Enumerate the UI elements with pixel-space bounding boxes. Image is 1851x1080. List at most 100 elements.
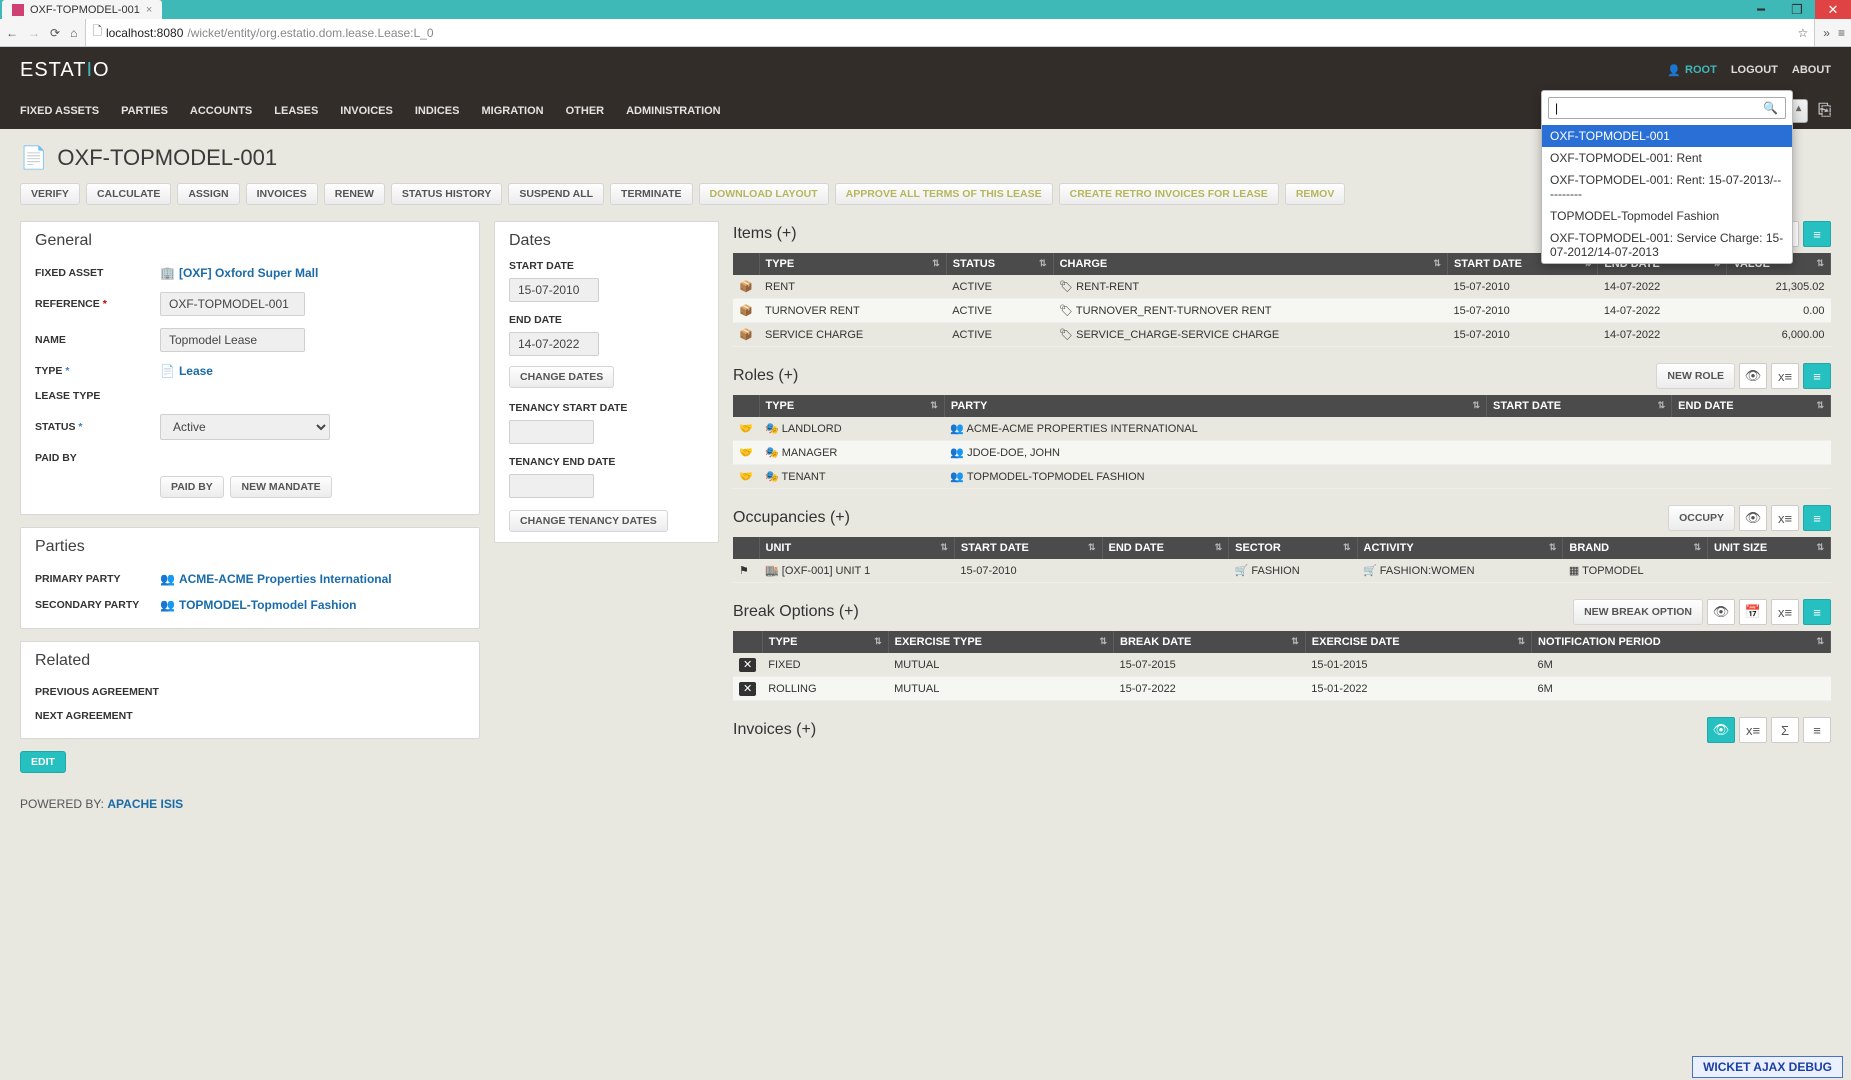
forward-icon[interactable]: → [28,26,40,40]
search-result-item[interactable]: OXF-TOPMODEL-001: Rent: 15-07-2013/-----… [1542,169,1792,205]
end-date-input[interactable] [509,332,599,356]
reference-input[interactable] [160,292,305,316]
url-input[interactable]: 🗋 localhost:8080/wicket/entity/org.estat… [85,18,1815,47]
occupy-button[interactable]: OCCUPY [1668,505,1735,531]
tenancy-end-input[interactable] [509,474,594,498]
excel-icon[interactable]: x≡ [1771,363,1799,389]
about-link[interactable]: ABOUT [1792,64,1831,77]
menu-other[interactable]: OTHER [566,105,605,117]
logo[interactable]: ESTATIO [20,59,110,82]
browser-tab[interactable]: OXF-TOPMODEL-001 × [2,0,162,19]
menu-indices[interactable]: INDICES [415,105,460,117]
new-break-option-button[interactable]: NEW BREAK OPTION [1573,599,1703,625]
menu-icon[interactable]: ≡ [1838,26,1845,40]
table-row[interactable]: 🤝🎭 LANDLORD👥 ACME-ACME PROPERTIES INTERN… [733,417,1831,441]
hide-icon[interactable]: 👁 [1707,599,1735,625]
col-header[interactable]: TYPE [762,631,888,653]
col-header[interactable]: NOTIFICATION PERIOD [1532,631,1831,653]
col-header[interactable]: UNIT SIZE [1708,537,1831,559]
maximize-icon[interactable]: ❐ [1779,0,1815,19]
action-download-layout[interactable]: DOWNLOAD LAYOUT [699,183,829,205]
close-icon[interactable]: ✕ [1815,0,1851,19]
action-status-history[interactable]: STATUS HISTORY [391,183,502,205]
table-row[interactable]: 📦RENTACTIVE🏷 RENT-RENT15-07-201014-07-20… [733,275,1831,299]
list-icon[interactable]: ≡ [1803,505,1831,531]
col-header[interactable]: END DATE [1672,395,1831,417]
logout-link[interactable]: LOGOUT [1731,64,1778,77]
col-header[interactable]: CHARGE [1053,253,1447,275]
edit-button[interactable]: EDIT [20,751,66,773]
menu-invoices[interactable]: INVOICES [340,105,393,117]
home-icon[interactable]: ⌂ [70,26,77,40]
paid-by-button[interactable]: PAID BY [160,476,224,498]
excel-icon[interactable]: x≡ [1771,505,1799,531]
invoices-title[interactable]: Invoices (+) [733,721,816,739]
items-title[interactable]: Items (+) [733,225,797,243]
search-result-item[interactable]: OXF-TOPMODEL-001: Service Charge: 15-07-… [1542,227,1792,263]
action-verify[interactable]: VERIFY [20,183,80,205]
col-header[interactable]: SECTOR [1229,537,1357,559]
list-icon[interactable]: ≡ [1803,599,1831,625]
col-header[interactable]: STATUS [946,253,1053,275]
col-header[interactable]: TYPE [759,253,946,275]
reload-icon[interactable]: ⟳ [50,26,60,40]
col-header[interactable]: EXERCISE TYPE [888,631,1113,653]
hide-icon[interactable]: 👁 [1707,717,1735,743]
col-header[interactable]: UNIT [759,537,954,559]
new-role-button[interactable]: NEW ROLE [1656,363,1735,389]
status-select[interactable]: Active [160,414,330,440]
col-header[interactable]: START DATE [1487,395,1672,417]
excel-icon[interactable]: x≡ [1739,717,1767,743]
calendar-icon[interactable]: 📅 [1739,599,1767,625]
action-assign[interactable]: ASSIGN [177,183,239,205]
copy-icon[interactable]: ⎘ [1818,102,1831,120]
back-icon[interactable]: ← [6,26,18,40]
table-row[interactable]: ✕FIXEDMUTUAL15-07-201515-01-20156M [733,653,1831,677]
tab-close-icon[interactable]: × [146,4,152,16]
action-calculate[interactable]: CALCULATE [86,183,171,205]
new-mandate-button[interactable]: NEW MANDATE [230,476,331,498]
excel-icon[interactable]: x≡ [1771,599,1799,625]
list-icon[interactable]: ≡ [1803,221,1831,247]
action-renew[interactable]: RENEW [324,183,385,205]
table-row[interactable]: 🤝🎭 TENANT👥 TOPMODEL-TOPMODEL FASHION [733,465,1831,489]
col-header[interactable]: EXERCISE DATE [1305,631,1531,653]
fixed-asset-link[interactable]: [OXF] Oxford Super Mall [179,266,318,280]
occupancies-title[interactable]: Occupancies (+) [733,509,850,527]
col-header[interactable]: ACTIVITY [1357,537,1563,559]
primary-party-link[interactable]: ACME-ACME Properties International [179,572,392,586]
table-row[interactable]: 📦SERVICE CHARGEACTIVE🏷 SERVICE_CHARGE-SE… [733,323,1831,347]
col-header[interactable]: BRAND [1563,537,1708,559]
name-input[interactable] [160,328,305,352]
action-terminate[interactable]: TERMINATE [610,183,692,205]
search-input[interactable] [1548,97,1786,119]
table-row[interactable]: 🤝🎭 MANAGER👥 JDOE-DOE, JOHN [733,441,1831,465]
menu-administration[interactable]: ADMINISTRATION [626,105,721,117]
table-row[interactable]: ✕ROLLINGMUTUAL15-07-202215-01-20226M [733,677,1831,701]
col-header[interactable]: START DATE [954,537,1102,559]
wicket-debug-badge[interactable]: WICKET AJAX DEBUG [1692,1056,1843,1078]
overflow-icon[interactable]: » [1823,26,1830,40]
star-icon[interactable]: ☆ [1798,26,1809,40]
apache-isis-link[interactable]: APACHE ISIS [107,797,183,811]
delete-icon[interactable]: ✕ [739,682,756,696]
menu-leases[interactable]: LEASES [274,105,318,117]
search-result-item[interactable]: OXF-TOPMODEL-001: Rent [1542,147,1792,169]
hide-icon[interactable]: 👁 [1739,363,1767,389]
col-header[interactable]: END DATE [1102,537,1229,559]
list-icon[interactable]: ≡ [1803,363,1831,389]
tenancy-start-input[interactable] [509,420,594,444]
search-result-item[interactable]: OXF-TOPMODEL-001 [1542,125,1792,147]
action-suspend-all[interactable]: SUSPEND ALL [508,183,604,205]
table-row[interactable]: 📦TURNOVER RENTACTIVE🏷 TURNOVER_RENT-TURN… [733,299,1831,323]
minimize-icon[interactable]: ━ [1743,0,1779,19]
type-link[interactable]: Lease [179,364,213,378]
hide-icon[interactable]: 👁 [1739,505,1767,531]
menu-fixed-assets[interactable]: FIXED ASSETS [20,105,99,117]
user-link[interactable]: 👤ROOT [1667,64,1716,77]
menu-accounts[interactable]: ACCOUNTS [190,105,252,117]
list-icon[interactable]: ≡ [1803,717,1831,743]
start-date-input[interactable] [509,278,599,302]
table-row[interactable]: ⚑🏬 [OXF-001] UNIT 115-07-2010🛒 FASHION🛒 … [733,559,1831,583]
action-approve-all-terms-of-this-lease[interactable]: APPROVE ALL TERMS OF THIS LEASE [835,183,1053,205]
